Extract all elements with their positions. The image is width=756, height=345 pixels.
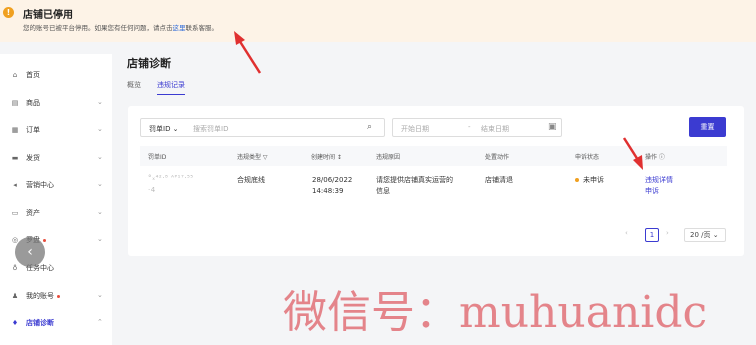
arrow-to-contact-link [234, 31, 262, 74]
watermark-text: 微信号：muhuanidc [283, 287, 708, 338]
arrow-to-details-link [622, 137, 643, 170]
